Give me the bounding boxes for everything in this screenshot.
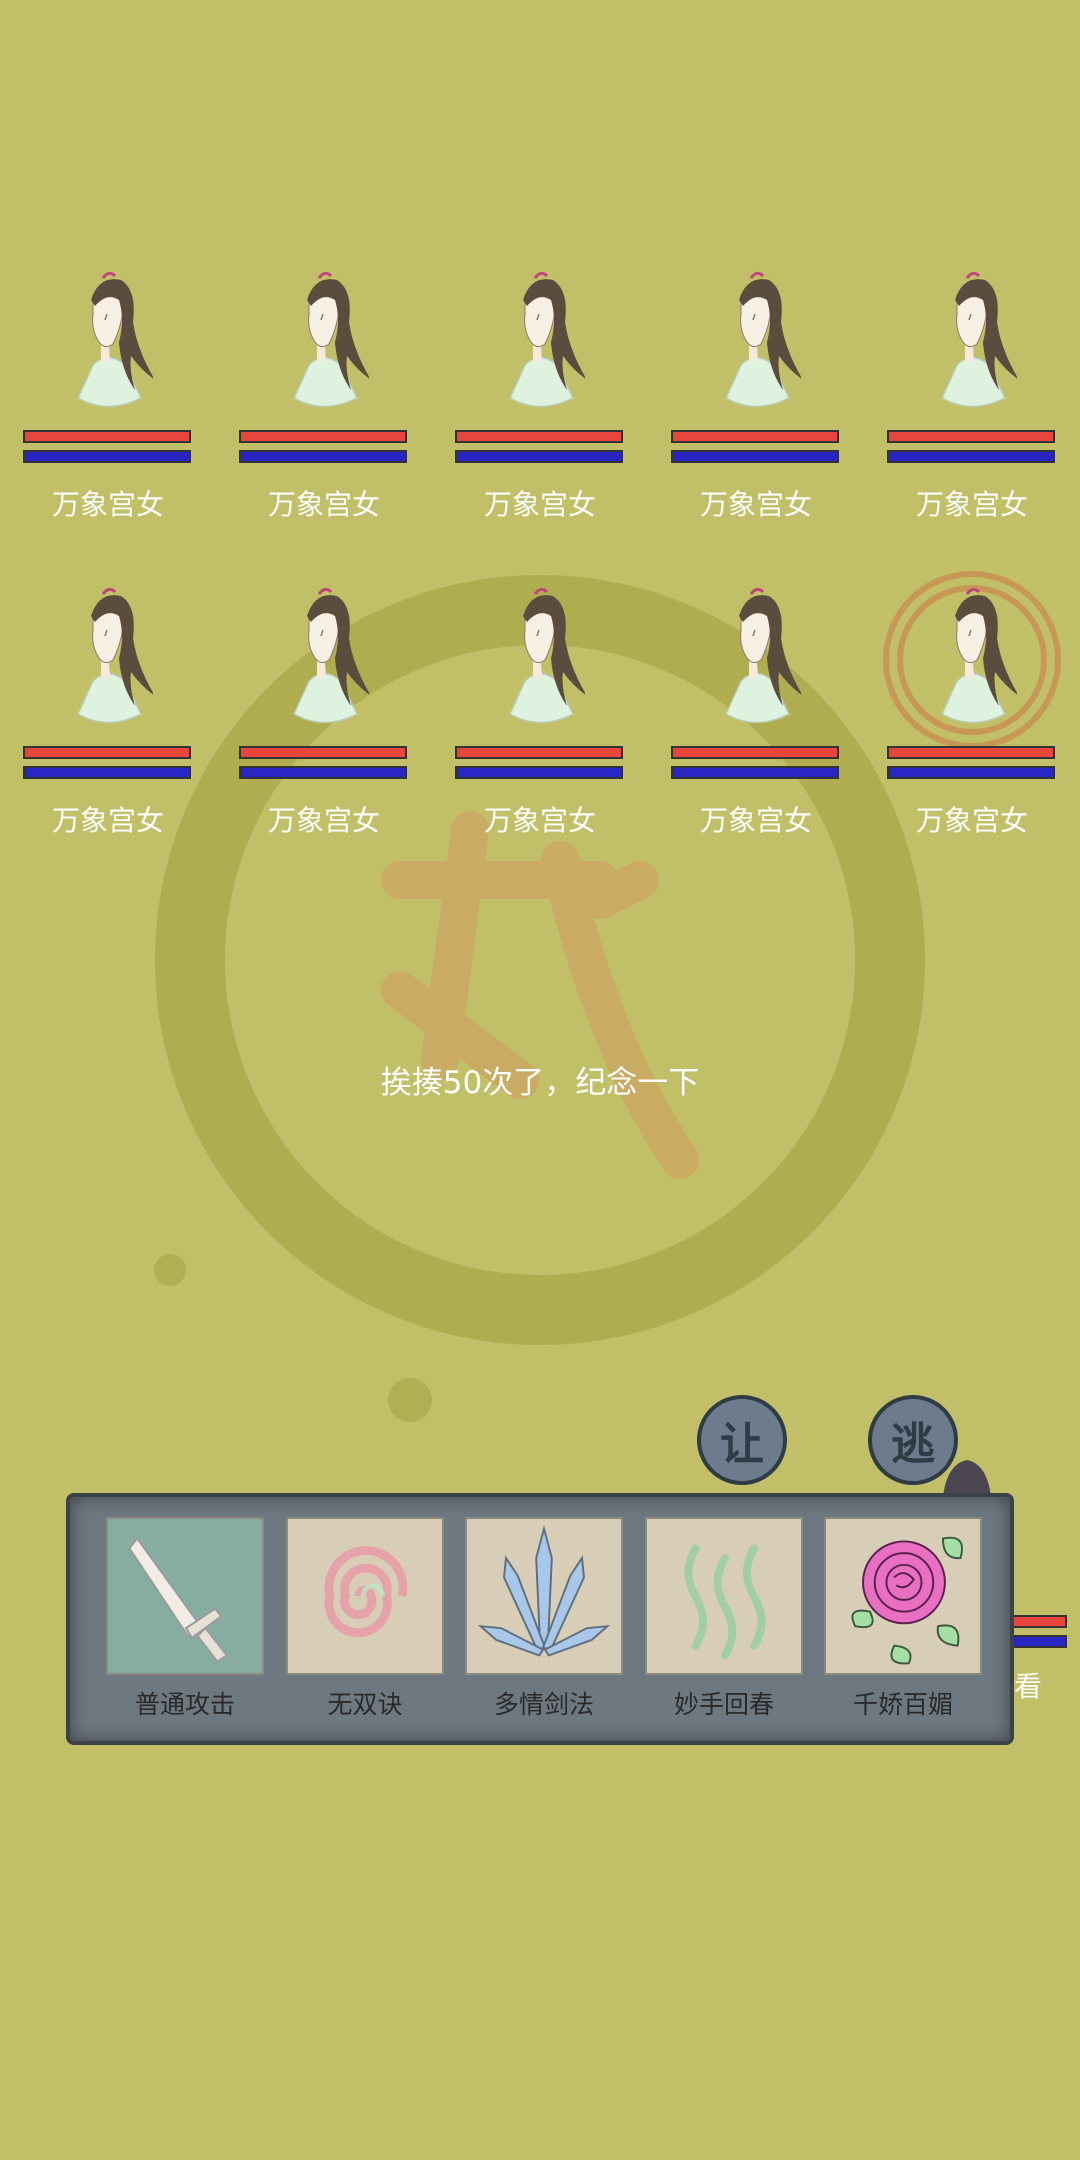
mp-bar <box>23 450 191 463</box>
player-hp-bar <box>1012 1615 1067 1628</box>
mp-bar <box>887 766 1055 779</box>
mp-bar <box>671 766 839 779</box>
sword-icon <box>106 1517 264 1675</box>
maid-portrait-icon <box>63 586 153 736</box>
skill-panel: 普通攻击 无双诀 多情剑法 妙手回春 千娇百媚 <box>66 1493 1014 1745</box>
hp-bar <box>671 746 839 759</box>
maid-portrait-icon <box>711 270 801 420</box>
mp-bar <box>887 450 1055 463</box>
skill-name: 千娇百媚 <box>852 1690 953 1719</box>
enemy-card[interactable]: 万象宫女 <box>23 586 193 837</box>
player-mp-bar <box>1012 1635 1067 1648</box>
skill-name: 普通攻击 <box>134 1690 235 1719</box>
maid-portrait-icon <box>279 586 369 736</box>
enemy-name: 万象宫女 <box>699 488 812 521</box>
mp-bar <box>455 450 623 463</box>
enemy-card[interactable]: 万象宫女 <box>671 586 841 837</box>
player-name: 看 <box>1014 1670 1043 1703</box>
healing-waves-icon <box>645 1517 803 1675</box>
skill-qianjiao-baimei[interactable]: 千娇百媚 <box>824 1517 982 1722</box>
enemy-card[interactable]: 万象宫女 <box>239 586 409 837</box>
hp-bar <box>239 746 407 759</box>
skill-duoqing-sword[interactable]: 多情剑法 <box>465 1517 623 1722</box>
maid-portrait-icon <box>495 586 585 736</box>
enemy-card[interactable]: 万象宫女 <box>23 270 193 521</box>
mp-bar <box>239 450 407 463</box>
mp-bar <box>239 766 407 779</box>
yield-button[interactable]: 让 <box>697 1395 787 1485</box>
maid-portrait-icon <box>495 270 585 420</box>
hp-bar <box>671 430 839 443</box>
enemy-name: 万象宫女 <box>915 804 1028 837</box>
maid-portrait-icon <box>927 586 1017 736</box>
enemy-name: 万象宫女 <box>483 488 596 521</box>
enemy-name: 万象宫女 <box>267 488 380 521</box>
enemy-card[interactable]: 万象宫女 <box>239 270 409 521</box>
enemy-name: 万象宫女 <box>51 804 164 837</box>
enemy-name: 万象宫女 <box>51 488 164 521</box>
mp-bar <box>455 766 623 779</box>
enemy-name: 万象宫女 <box>483 804 596 837</box>
enemy-card[interactable]: 万象宫女 <box>671 270 841 521</box>
enemy-name: 万象宫女 <box>267 804 380 837</box>
skill-miaoshou-huichun[interactable]: 妙手回春 <box>645 1517 803 1722</box>
maid-portrait-icon <box>63 270 153 420</box>
maid-portrait-icon <box>927 270 1017 420</box>
blades-icon <box>465 1517 623 1675</box>
mp-bar <box>671 450 839 463</box>
skill-name: 无双诀 <box>327 1690 403 1719</box>
skill-normal-attack[interactable]: 普通攻击 <box>106 1517 264 1722</box>
rose-icon <box>824 1517 982 1675</box>
mp-bar <box>23 766 191 779</box>
skill-name: 妙手回春 <box>673 1690 774 1719</box>
maid-portrait-icon <box>711 586 801 736</box>
hp-bar <box>455 746 623 759</box>
hp-bar <box>23 430 191 443</box>
enemy-card[interactable]: 万象宫女 <box>455 586 625 837</box>
enemy-name: 万象宫女 <box>699 804 812 837</box>
hp-bar <box>887 430 1055 443</box>
hp-bar <box>23 746 191 759</box>
hp-bar <box>887 746 1055 759</box>
skill-wushuang[interactable]: 无双诀 <box>286 1517 444 1722</box>
battle-message: 挨揍50次了，纪念一下 <box>380 1065 700 1101</box>
hp-bar <box>455 430 623 443</box>
spiral-icon <box>286 1517 444 1675</box>
hp-bar <box>239 430 407 443</box>
enemy-card[interactable]: 万象宫女 <box>887 586 1057 837</box>
enemy-card[interactable]: 万象宫女 <box>455 270 625 521</box>
enemy-card[interactable]: 万象宫女 <box>887 270 1057 521</box>
skill-name: 多情剑法 <box>493 1690 594 1719</box>
enemy-name: 万象宫女 <box>915 488 1028 521</box>
maid-portrait-icon <box>279 270 369 420</box>
